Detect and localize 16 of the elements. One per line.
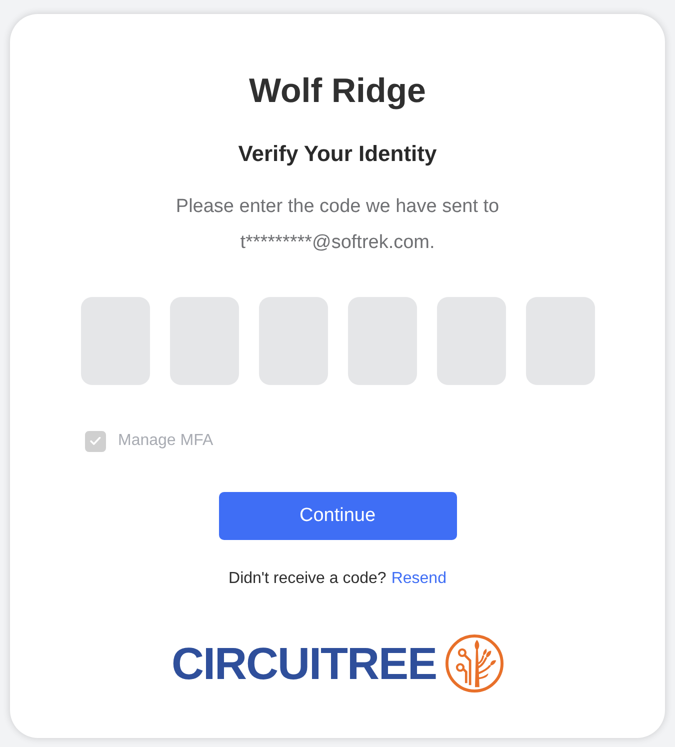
code-digit-field[interactable] (170, 297, 238, 385)
resend-prompt: Didn't receive a code? (228, 569, 386, 589)
code-digit-field[interactable] (348, 297, 416, 385)
page-heading: Verify Your Identity (238, 140, 437, 168)
instruction-text: Please enter the code we have sent to t*********@softrek.com. (174, 195, 500, 255)
code-digit-field[interactable] (526, 297, 594, 385)
resend-link[interactable]: Resend (391, 569, 446, 589)
app-title: Wolf Ridge (249, 71, 426, 111)
code-digit-field[interactable] (258, 297, 328, 385)
code-digit-field[interactable] (436, 297, 506, 385)
continue-button[interactable]: Continue (218, 492, 456, 540)
tree-logo-icon (444, 634, 504, 693)
logo-wordmark: CIRCUITREE (171, 640, 436, 686)
checkmark-icon (90, 437, 101, 445)
checkbox-label: Manage MFA (118, 431, 214, 451)
code-digit-field[interactable] (80, 297, 150, 385)
